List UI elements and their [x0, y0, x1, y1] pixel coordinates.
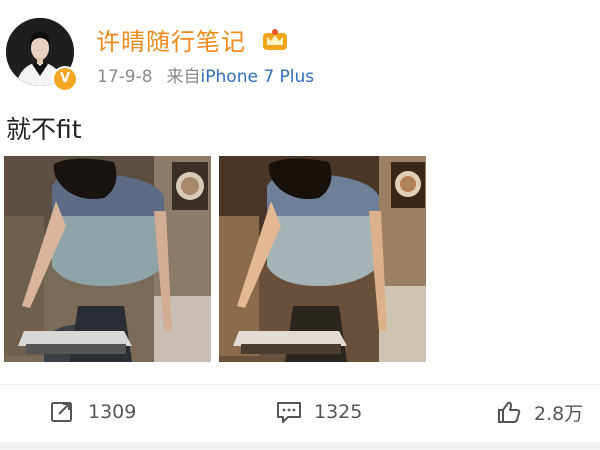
post-date: 17-9-8 [97, 67, 153, 87]
repost-count: 1309 [88, 401, 137, 423]
comment-count: 1325 [314, 401, 363, 423]
post-photo-2-image [219, 156, 426, 362]
card-separator [0, 442, 600, 450]
repost-icon [51, 402, 72, 422]
like-button[interactable]: 2.8万 [496, 398, 583, 426]
post-meta: 17-9-8 来自iPhone 7 Plus [97, 62, 314, 87]
comment-icon [277, 402, 301, 423]
repost-button[interactable]: 1309 [50, 398, 136, 426]
post-image-1[interactable] [4, 156, 211, 362]
crown-badge-icon [263, 29, 287, 50]
weibo-post-card: V 许晴随行笔记 17-9-8 来自iPhone 7 Plus 就不fit 13… [0, 0, 600, 450]
source-device-link[interactable]: iPhone 7 Plus [201, 67, 315, 87]
post-photo-1-image [4, 156, 211, 362]
source-prefix: 来自 [166, 67, 201, 87]
comment-button[interactable]: 1325 [276, 398, 362, 426]
like-count: 2.8万 [534, 402, 584, 425]
action-divider [0, 384, 600, 385]
post-text: 就不fit [6, 115, 82, 144]
author-name[interactable]: 许晴随行笔记 [96, 22, 246, 57]
verified-badge-icon: V [52, 66, 78, 92]
post-image-2[interactable] [219, 156, 426, 362]
thumbs-up-icon [498, 401, 521, 423]
